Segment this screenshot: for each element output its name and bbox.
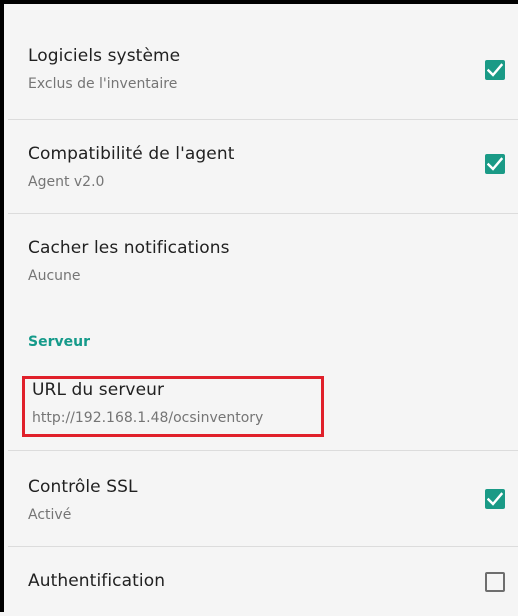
pref-system-software[interactable]: Logiciels système Exclus de l'inventaire [8, 32, 518, 112]
settings-screen: Logiciels système Exclus de l'inventaire… [0, 0, 518, 612]
pref-summary: http://192.168.1.48/ocsinventory [32, 410, 264, 426]
pref-authentication[interactable]: Authentification [8, 547, 518, 616]
pref-title: Contrôle SSL [28, 477, 138, 497]
pref-title: Logiciels système [28, 46, 181, 66]
ssl-check-checkbox[interactable] [485, 489, 505, 509]
check-icon [487, 492, 503, 506]
agent-compat-checkbox[interactable] [485, 154, 505, 174]
pref-title: Cacher les notifications [28, 238, 230, 258]
system-software-checkbox[interactable] [485, 60, 505, 80]
pref-ssl-check[interactable]: Contrôle SSL Activé [8, 451, 518, 546]
category-server: Serveur [28, 334, 90, 350]
pref-summary: Exclus de l'inventaire [28, 76, 178, 92]
pref-server-url[interactable]: URL du serveur http://192.168.1.48/ocsin… [8, 364, 518, 450]
pref-title: URL du serveur [32, 380, 165, 400]
pref-summary: Aucune [28, 268, 81, 284]
check-icon [487, 63, 503, 77]
pref-title: Authentification [28, 571, 166, 591]
pref-hide-notifications[interactable]: Cacher les notifications Aucune [8, 214, 518, 310]
pref-agent-compat[interactable]: Compatibilité de l'agent Agent v2.0 [8, 120, 518, 214]
authentication-checkbox[interactable] [485, 572, 505, 592]
pref-title: Compatibilité de l'agent [28, 144, 235, 164]
pref-summary: Agent v2.0 [28, 174, 105, 190]
check-icon [487, 157, 503, 171]
pref-summary: Activé [28, 507, 72, 523]
